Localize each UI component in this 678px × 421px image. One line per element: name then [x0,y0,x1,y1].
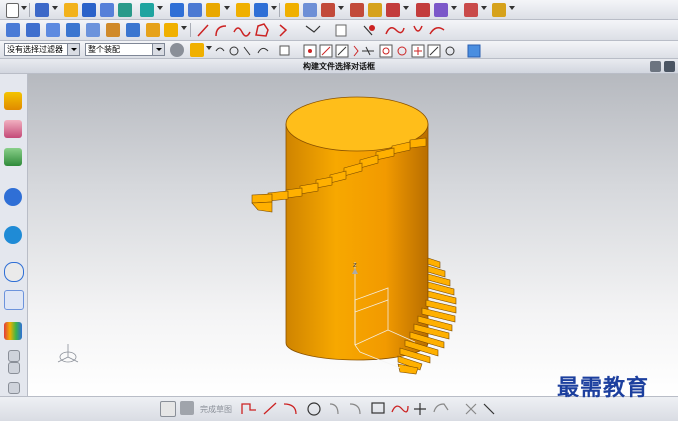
resource-bar [0,74,28,396]
dropdown-arrow[interactable] [509,6,515,10]
scroll-thumb[interactable] [8,362,20,374]
window-restore-icon[interactable] [650,61,661,72]
thicken-icon[interactable] [126,23,140,37]
grid-icon[interactable] [180,401,194,415]
dropdown-arrow[interactable] [451,6,457,10]
assembly-navigator-icon[interactable] [4,120,22,138]
assembly-scope-value: 整个装配 [88,45,120,54]
fill-icon[interactable] [164,23,178,37]
extrude-icon[interactable] [82,3,96,17]
selection-toolbar: 没有选择过滤器 整个装配 [0,41,678,59]
analysis-icon[interactable] [368,3,382,17]
part-navigator-icon[interactable] [4,92,22,110]
window-close-icon[interactable] [664,61,675,72]
sew-icon[interactable] [86,23,100,37]
offset-icon[interactable] [106,23,120,37]
mirror-icon[interactable] [188,3,202,17]
chevron-down-icon[interactable] [67,44,79,55]
history-icon[interactable] [4,226,22,244]
selection-filter-value: 没有选择过滤器 [7,45,63,54]
z-axis-label: z [353,261,357,269]
dropdown-arrow[interactable] [206,46,212,50]
revolve-icon[interactable] [100,3,114,17]
dialog-title: 构建文件选择对话框 [303,62,375,71]
dialog-title-bar: 构建文件选择对话框 [0,59,678,74]
dropdown-arrow[interactable] [224,6,230,10]
dropdown-arrow[interactable] [21,6,27,10]
feature-toolbar [0,20,678,41]
dropdown-arrow[interactable] [481,6,487,10]
pattern-icon[interactable] [170,3,184,17]
dropdown-arrow[interactable] [181,26,187,30]
clock-icon[interactable] [4,262,24,282]
open-icon[interactable] [35,3,49,17]
chevron-down-icon[interactable] [152,44,164,55]
mesh-icon[interactable] [46,23,60,37]
snap-tools [215,44,481,58]
watermark-text: 最需教育 [557,375,650,401]
palette-icon[interactable] [4,322,22,340]
finish-sketch-label[interactable]: 完成草图 [200,404,232,415]
selection-filter-dropdown[interactable]: 没有选择过滤器 [4,43,80,56]
cylinder-body [285,123,429,361]
help-icon[interactable] [492,3,506,17]
gear-icon[interactable] [170,43,184,57]
feature-icon[interactable] [118,3,132,17]
roles-icon[interactable] [4,148,22,166]
curve-tools [197,23,445,37]
toolbar-separator [29,3,30,17]
box-icon[interactable] [206,3,220,17]
toolbar-separator [190,23,191,37]
blend-icon[interactable] [146,23,160,37]
sketch-icon[interactable] [64,3,78,17]
block-icon[interactable] [236,3,250,17]
curve-icon[interactable] [6,23,20,37]
surface-icon[interactable] [26,23,40,37]
sheet-icon[interactable] [254,3,268,17]
info-icon[interactable] [4,188,22,206]
coordinate-triad-icon [57,344,79,363]
display-icon[interactable] [434,3,448,17]
layer-icon[interactable] [416,3,430,17]
pipe-icon[interactable] [140,3,154,17]
standard-toolbar [0,0,678,20]
shape-icon[interactable] [285,3,299,17]
dropdown-arrow[interactable] [338,6,344,10]
select-all-icon[interactable] [190,43,204,57]
trim-icon[interactable] [66,23,80,37]
view-icon[interactable] [386,3,400,17]
scroll-down-icon[interactable] [8,382,20,394]
model-canvas: z [57,96,457,375]
dropdown-arrow[interactable] [52,6,58,10]
graphics-viewport[interactable]: z [28,74,678,396]
new-file-icon[interactable] [6,3,19,18]
tool-icon[interactable] [464,3,478,17]
toolbar-separator [279,3,280,17]
dropdown-arrow[interactable] [157,6,163,10]
sketch-icon[interactable] [160,401,176,417]
reuse-library-icon[interactable] [4,290,24,310]
shade-icon[interactable] [303,3,317,17]
scroll-up-icon[interactable] [8,350,20,362]
dropdown-arrow[interactable] [271,6,277,10]
sketch-curve-tools [241,402,495,416]
assembly-scope-dropdown[interactable]: 整个装配 [85,43,165,56]
render-icon[interactable] [321,3,335,17]
measure-icon[interactable] [350,3,364,17]
dropdown-arrow[interactable] [403,6,409,10]
